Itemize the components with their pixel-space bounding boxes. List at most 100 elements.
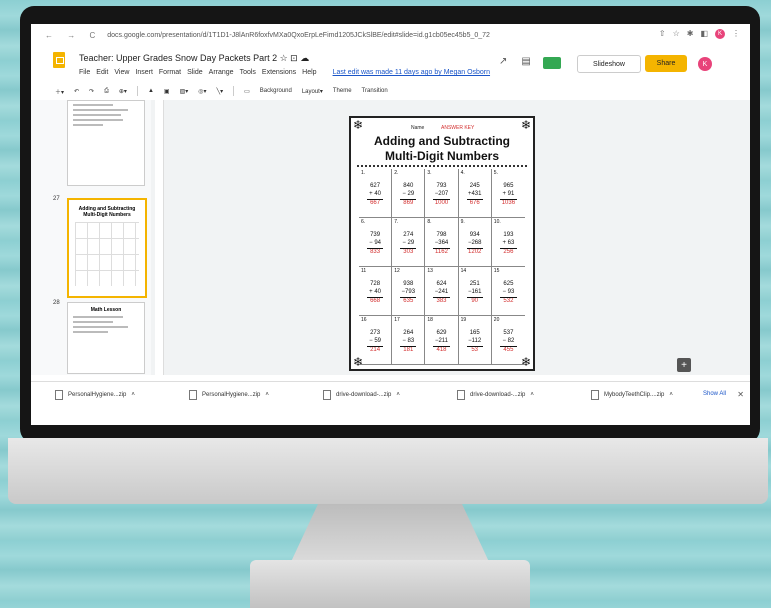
problem-number: 11 (361, 268, 367, 274)
print-icon[interactable]: ⎙ (104, 88, 109, 95)
download-item[interactable]: drive-download-...zip ˄ (433, 390, 567, 400)
account-avatar[interactable]: K (698, 57, 712, 71)
url-text[interactable]: docs.google.com/presentation/d/1T1D1-J8l… (107, 32, 490, 39)
menu-arrange[interactable]: Arrange (209, 69, 234, 76)
problem-cell: 9. 934 −268 1202 (458, 218, 492, 267)
problem-bottom: −364 (434, 240, 449, 246)
redo-icon[interactable]: ↷ (89, 88, 94, 95)
download-item[interactable]: MybodyTeethClip....zip ˄ (567, 390, 701, 400)
toolbar-layout[interactable]: Layout▾ (302, 88, 323, 95)
profile-avatar[interactable]: K (715, 29, 725, 39)
problem-top: 840 (403, 183, 414, 189)
problem-answer: 667 (370, 200, 381, 206)
menu-extensions[interactable]: Extensions (262, 69, 296, 76)
chevron-up-icon[interactable]: ˄ (530, 392, 534, 398)
problem-top: 245 (469, 183, 480, 189)
share-page-icon[interactable]: ⇧ (659, 29, 666, 39)
problem-bottom: −161 (467, 289, 482, 295)
file-icon (189, 390, 197, 400)
toolbar-theme[interactable]: Theme (333, 88, 352, 94)
chevron-up-icon[interactable]: ˄ (265, 392, 269, 398)
problem-number: 19 (460, 317, 467, 323)
problem-top: 274 (403, 232, 414, 238)
menu-edit[interactable]: Edit (96, 69, 108, 76)
download-item[interactable]: PersonalHygiene...zip ˄ (31, 390, 165, 400)
textbox-icon[interactable]: ▣ (164, 88, 170, 95)
menu-bar: File Edit View Insert Format Slide Arran… (79, 69, 490, 76)
shape-icon[interactable]: ◎▾ (198, 88, 206, 95)
document-title[interactable]: Teacher: Upper Grades Snow Day Packets P… (79, 53, 309, 64)
toolbar-background[interactable]: Background (260, 88, 292, 94)
line-icon[interactable]: ╲▾ (217, 88, 224, 95)
docs-header (31, 46, 750, 82)
problem-top: 624 (436, 281, 447, 287)
comments-icon[interactable]: ▤ (521, 56, 530, 67)
menu-insert[interactable]: Insert (135, 69, 153, 76)
problem-number: 3. (427, 170, 432, 176)
menu-view[interactable]: View (114, 69, 129, 76)
download-item[interactable]: drive-download-...zip ˄ (299, 390, 433, 400)
problem-top: 264 (403, 330, 414, 336)
screen: ← → C docs.google.com/presentation/d/1T1… (31, 24, 750, 413)
slideshow-button[interactable]: Slideshow (577, 55, 641, 73)
new-slide-icon[interactable]: ＋▾ (55, 87, 64, 96)
problem-cell: 14 251 −161 90 (458, 267, 492, 316)
activity-trend-icon[interactable]: ↗ (499, 56, 507, 67)
close-icon[interactable]: ✕ (737, 390, 744, 399)
bookmark-star-icon[interactable]: ☆ (673, 29, 680, 39)
problem-answer: 635 (403, 298, 414, 304)
problem-top: 793 (436, 183, 447, 189)
monitor-stand-base (250, 560, 530, 608)
meet-camera-icon[interactable] (543, 57, 561, 69)
slide-thumbnail-next[interactable]: Math Lesson (67, 302, 145, 374)
problem-cell: 19 165 −112 53 (458, 316, 492, 365)
add-speaker-notes-icon[interactable]: + (677, 358, 691, 372)
problem-cell: 10. 193 + 63 256 (491, 218, 525, 267)
comment-add-icon[interactable]: ▭ (244, 88, 250, 95)
problem-answer: 90 (471, 298, 479, 304)
problem-number: 2. (394, 170, 399, 176)
slide-filmstrip[interactable]: 27 Adding and Subtracting Multi-Digit Nu… (31, 100, 152, 375)
worksheet-slide[interactable]: ❄ ❄ ❄ ❄ Name ANSWER KEY Adding and Subtr… (349, 116, 535, 371)
answer-line (400, 346, 417, 347)
show-all-link[interactable]: Show All (703, 391, 726, 397)
menu-file[interactable]: File (79, 69, 90, 76)
problem-answer: 1202 (468, 249, 482, 255)
undo-icon[interactable]: ↶ (74, 88, 79, 95)
slides-logo-icon[interactable] (53, 52, 65, 68)
chevron-up-icon[interactable]: ˄ (669, 392, 673, 398)
toolbar-transition[interactable]: Transition (362, 88, 388, 94)
download-item[interactable]: PersonalHygiene...zip ˄ (165, 390, 299, 400)
share-button[interactable]: Share (645, 55, 687, 72)
kebab-menu-icon[interactable]: ⋮ (732, 29, 740, 39)
last-edit-link[interactable]: Last edit was made 11 days ago by Megan … (333, 69, 490, 76)
problem-top: 193 (503, 232, 514, 238)
slide-number: 27 (53, 196, 60, 202)
problem-answer: 1000 (434, 200, 449, 206)
problem-answer: 869 (403, 200, 414, 206)
problem-bottom: − 59 (369, 338, 382, 344)
slide-thumbnail-selected[interactable]: Adding and Subtracting Multi-Digit Numbe… (67, 198, 147, 298)
answer-line (433, 248, 450, 249)
problem-cell: 18 629 −211 418 (425, 316, 459, 365)
problem-bottom: − 83 (402, 338, 415, 344)
extensions-icon[interactable]: ✱ (687, 29, 694, 39)
chevron-up-icon[interactable]: ˄ (396, 392, 400, 398)
sidepanel-icon[interactable]: ◧ (700, 29, 708, 39)
problem-number: 9. (460, 219, 465, 225)
image-icon[interactable]: ▨▾ (180, 88, 189, 95)
slide-thumbnail-prev[interactable] (67, 100, 145, 186)
select-cursor-icon[interactable]: ▲ (148, 88, 154, 94)
menu-tools[interactable]: Tools (240, 69, 256, 76)
chevron-up-icon[interactable]: ˄ (131, 392, 135, 398)
nav-buttons[interactable]: ← → C (45, 31, 101, 40)
browser-actions: ⇧ ☆ ✱ ◧ K ⋮ (659, 29, 740, 39)
screen-bottom-strip (31, 413, 750, 425)
menu-format[interactable]: Format (159, 69, 181, 76)
menu-help[interactable]: Help (302, 69, 316, 76)
title-icons[interactable]: ☆ ⊡ ☁ (280, 53, 310, 63)
zoom-icon[interactable]: ⊕▾ (119, 88, 127, 95)
problem-number: 14 (460, 268, 467, 274)
menu-slide[interactable]: Slide (187, 69, 203, 76)
problem-number: 7. (394, 219, 399, 225)
